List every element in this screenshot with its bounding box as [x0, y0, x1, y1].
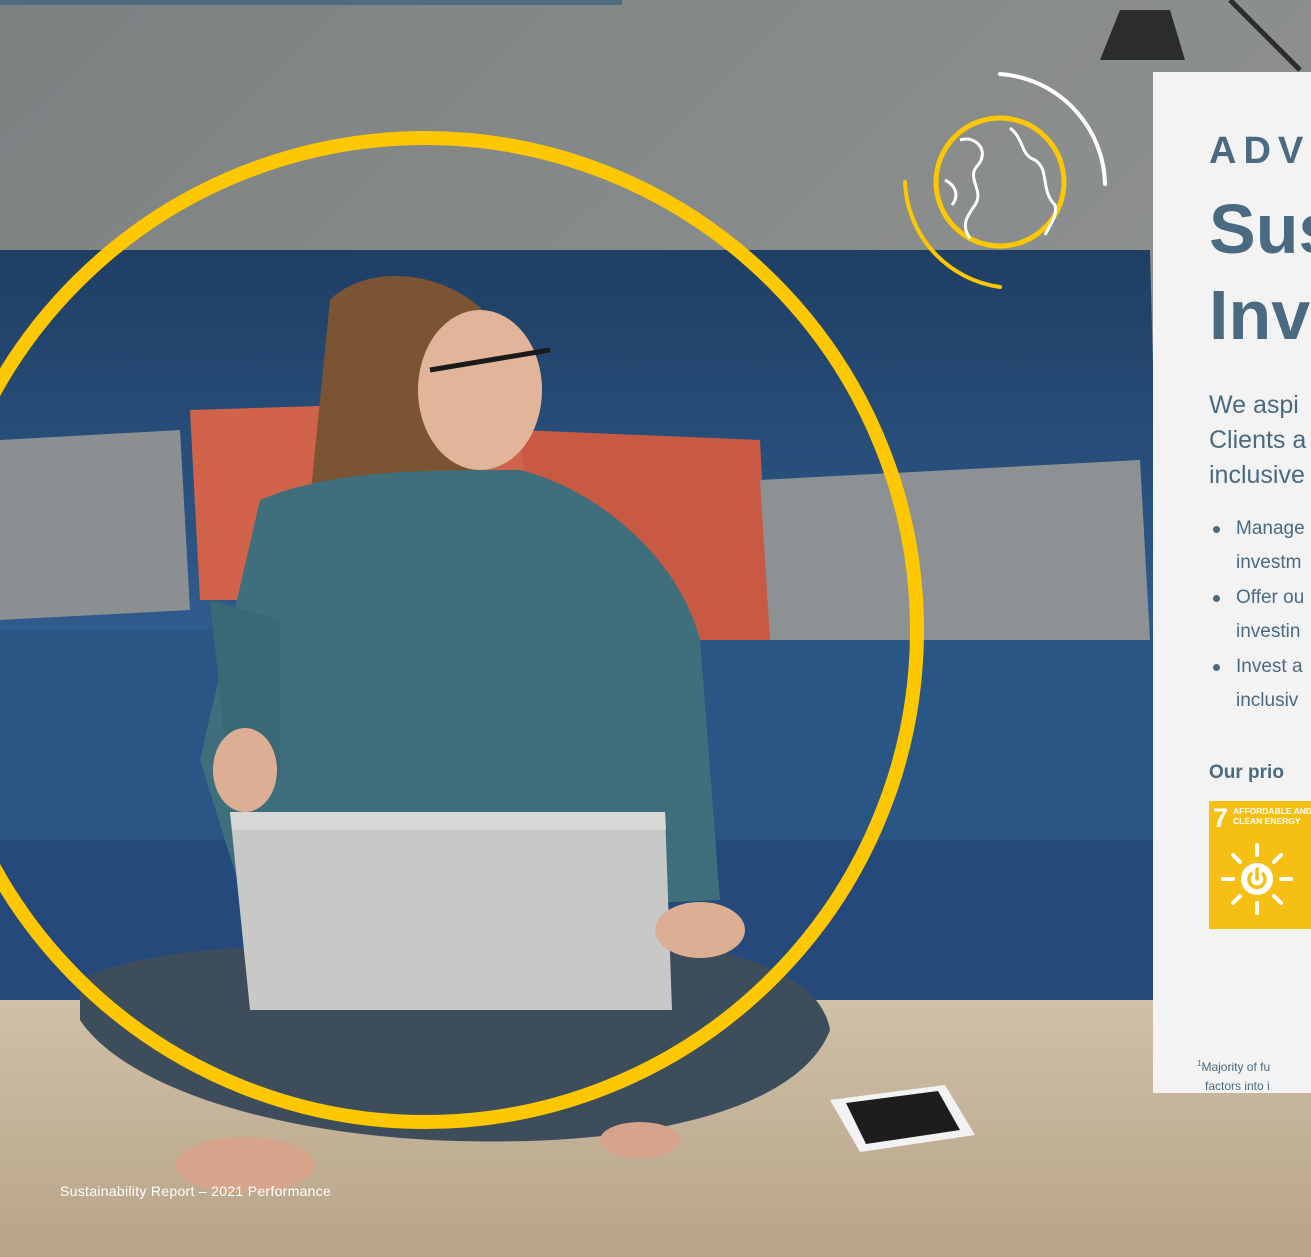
bullet-line: investin [1236, 621, 1301, 642]
title-line-2: Inv [1209, 276, 1311, 354]
title-line-1: Sus [1209, 190, 1311, 268]
page-title: Sus Inv [1209, 186, 1311, 358]
bullet-item: Manage investm [1209, 512, 1305, 580]
top-accent-bar [0, 0, 622, 5]
bullet-list: Manage investm Offer ou investin Invest … [1209, 512, 1305, 719]
bullet-item: Offer ou investin [1209, 581, 1305, 649]
intro-paragraph: We aspi Clients a inclusive [1209, 388, 1306, 493]
footnote-line: Majority of fu [1201, 1060, 1271, 1074]
section-kicker: ADV [1209, 130, 1311, 172]
globe-icon [936, 118, 1064, 246]
bullet-item: Invest a inclusiv [1209, 650, 1305, 718]
sdg-number: 7 [1213, 803, 1229, 833]
footnote: 1Majority of fu factors into i [1197, 1054, 1270, 1093]
footnote-line: factors into i [1205, 1079, 1270, 1093]
bullet-line: investm [1236, 552, 1302, 573]
intro-line: Clients a [1209, 426, 1307, 454]
content-panel: ADV Sus Inv We aspi Clients a inclusive … [1153, 72, 1311, 1093]
sdg-label: AFFORDABLE AND CLEAN ENERGY [1233, 806, 1311, 826]
hero-photo [0, 0, 1311, 1257]
page-footer: Sustainability Report – 2021 Performance [60, 1183, 332, 1199]
intro-line: inclusive [1209, 461, 1305, 489]
bullet-line: Manage [1236, 518, 1305, 539]
intro-line: We aspi [1209, 391, 1299, 419]
bullet-line: Invest a [1236, 656, 1303, 677]
bullet-line: inclusiv [1236, 690, 1299, 711]
priorities-heading: Our prio [1209, 762, 1284, 783]
sdg-7-tile: 7 AFFORDABLE AND CLEAN ENERGY [1209, 801, 1311, 929]
bullet-line: Offer ou [1236, 587, 1305, 608]
sun-power-icon [1221, 843, 1293, 915]
